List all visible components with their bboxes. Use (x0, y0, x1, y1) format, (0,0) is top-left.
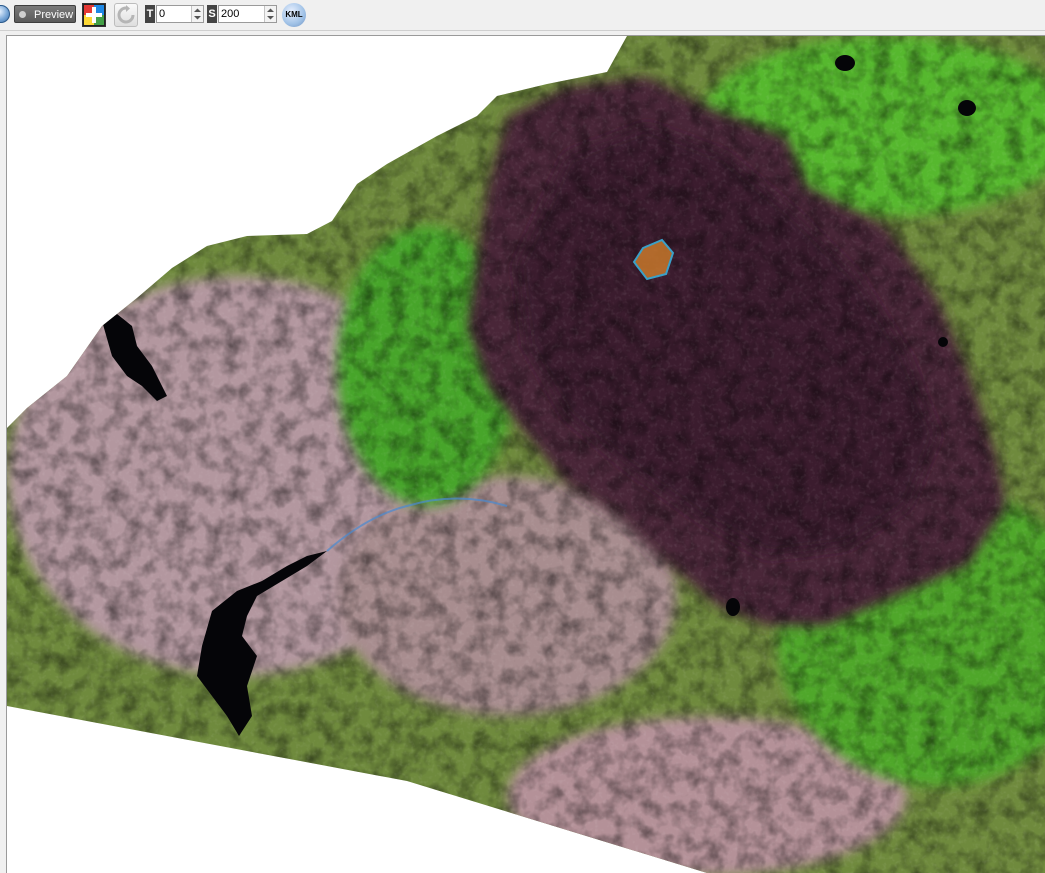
small-lake (958, 100, 976, 116)
s-label: S (207, 5, 217, 23)
spin-arrows-icon (194, 8, 201, 20)
s-spin-arrows[interactable] (264, 6, 276, 22)
map-toolbar: Preview T S (0, 0, 1045, 31)
small-lake (726, 598, 740, 616)
record-dot-icon (19, 11, 26, 18)
small-lake (835, 55, 855, 71)
satellite-image (7, 36, 1045, 873)
preview-button[interactable]: Preview (14, 5, 76, 23)
color-picker-button[interactable] (82, 3, 106, 27)
spin-arrows-icon (267, 8, 274, 20)
small-lake (938, 337, 948, 347)
color-grid-icon (84, 5, 104, 25)
refresh-icon (117, 5, 135, 24)
t-input[interactable] (159, 7, 189, 21)
t-spinbox[interactable] (156, 5, 204, 23)
kml-label: KML (285, 10, 303, 19)
s-input[interactable] (221, 7, 251, 21)
globe-icon[interactable] (0, 5, 10, 23)
refresh-button[interactable] (114, 3, 138, 27)
t-label: T (145, 5, 155, 23)
t-spin-arrows[interactable] (191, 6, 203, 22)
map-view[interactable] (6, 35, 1045, 873)
kml-button[interactable]: KML (282, 3, 306, 27)
s-spinbox[interactable] (218, 5, 277, 23)
preview-label: Preview (34, 9, 74, 21)
